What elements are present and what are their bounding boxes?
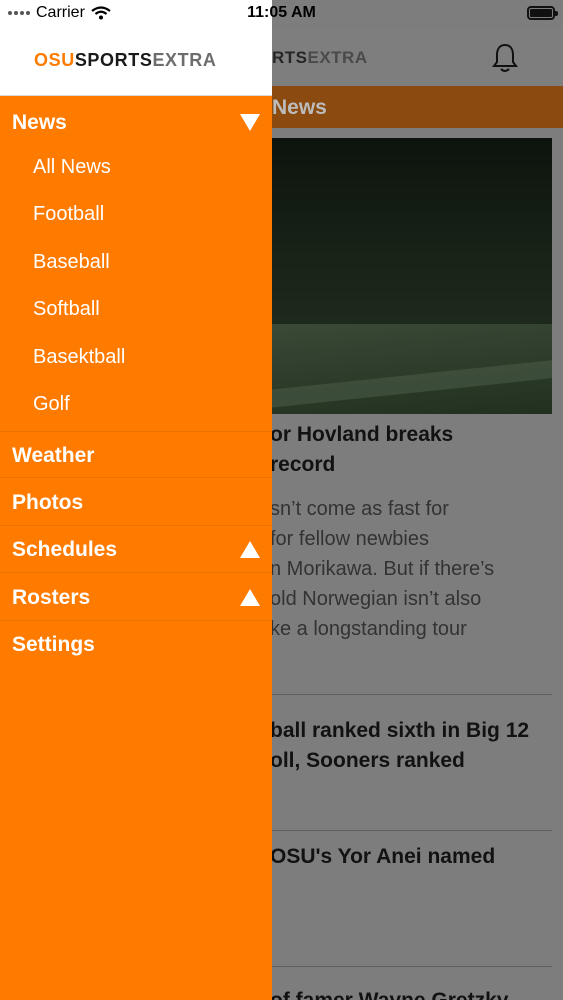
article-excerpt: ke a longstanding tour bbox=[270, 618, 467, 640]
article-excerpt: n Morikawa. But if there’s bbox=[270, 558, 495, 580]
triangle-up-icon bbox=[240, 541, 260, 558]
app-logo: OSUSPORTSEXTRA bbox=[34, 50, 217, 70]
menu-item-news[interactable]: News bbox=[0, 99, 272, 146]
article-title[interactable]: of famer Wayne Gretzky bbox=[270, 986, 508, 1000]
section-title: News bbox=[272, 96, 327, 119]
menu-item-label: News bbox=[12, 111, 67, 134]
article-title[interactable]: record bbox=[270, 450, 335, 480]
submenu-item-softball[interactable]: Softball bbox=[33, 298, 100, 321]
menu-item-label: Settings bbox=[12, 633, 95, 656]
triangle-down-icon bbox=[240, 114, 260, 131]
status-bar: Carrier 11:05 AM bbox=[0, 0, 563, 28]
menu-item-weather[interactable]: Weather bbox=[0, 431, 272, 478]
menu-item-label: Weather bbox=[12, 444, 95, 467]
divider bbox=[270, 830, 552, 831]
menu-item-label: Schedules bbox=[12, 538, 118, 561]
article-excerpt: for fellow newbies bbox=[270, 528, 429, 550]
triangle-up-icon bbox=[240, 589, 260, 606]
menu-item-photos[interactable]: Photos bbox=[0, 479, 272, 526]
article-title[interactable]: oll, Sooners ranked bbox=[270, 746, 465, 776]
battery-icon bbox=[527, 6, 558, 20]
submenu-item-all-news[interactable]: All News bbox=[33, 156, 111, 179]
menu-item-rosters[interactable]: Rosters bbox=[0, 574, 272, 621]
article-excerpt: sn’t come as fast for bbox=[270, 498, 449, 520]
menu-item-schedules[interactable]: Schedules bbox=[0, 526, 272, 573]
divider bbox=[270, 966, 552, 967]
article-hero-image[interactable] bbox=[270, 138, 552, 414]
menu-item-settings[interactable]: Settings bbox=[0, 621, 272, 668]
main-logo: RTSEXTRA bbox=[272, 48, 368, 67]
article-title[interactable]: ball ranked sixth in Big 12 bbox=[270, 716, 529, 746]
article-title[interactable]: OSU's Yor Anei named bbox=[270, 842, 495, 872]
bell-icon[interactable] bbox=[490, 42, 520, 74]
status-time: 11:05 AM bbox=[247, 4, 316, 21]
menu-item-label: Photos bbox=[12, 491, 84, 514]
article-title[interactable]: or Hovland breaks bbox=[270, 420, 453, 450]
menu-item-label: Rosters bbox=[12, 586, 91, 609]
navigation-drawer: OSUSPORTSEXTRA News All News Football Ba… bbox=[0, 0, 272, 1000]
divider bbox=[270, 694, 552, 695]
article-excerpt: old Norwegian isn’t also bbox=[270, 588, 482, 610]
submenu-item-baseball[interactable]: Baseball bbox=[33, 251, 110, 274]
submenu-item-golf[interactable]: Golf bbox=[33, 393, 70, 416]
submenu-item-basketball[interactable]: Basektball bbox=[33, 346, 125, 369]
submenu-item-football[interactable]: Football bbox=[33, 203, 104, 226]
